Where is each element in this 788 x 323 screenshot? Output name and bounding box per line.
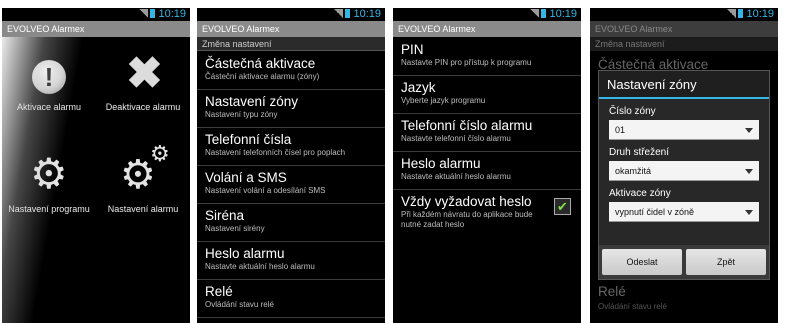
signal-icon	[530, 9, 540, 18]
alarm-settings-label: Nastavení alarmu	[107, 204, 179, 214]
settings-list: Částečná aktivace Částeční aktivace alarm…	[197, 52, 385, 318]
section-subtitle: Změna nastavení	[197, 37, 385, 51]
phone-settings-list: 10:19 EVOLVEO Alarmex Změna nastavení Čá…	[197, 8, 385, 323]
phone-zone-dialog: 10:19 EVOLVEO Alarmex Změna nastavení Čá…	[590, 8, 778, 323]
item-title: Částečná aktivace	[205, 56, 316, 71]
dialog-title: Nastavení zóny	[599, 71, 769, 99]
signal-icon	[334, 9, 344, 18]
list-item[interactable]: Telefonní číslo alarmu Nastavte telefonní…	[393, 114, 581, 152]
zone-activation-select[interactable]: vypnutí čidel v zóně	[609, 202, 759, 222]
select-value: okamžitá	[615, 166, 652, 176]
signal-icon	[727, 9, 737, 18]
list-item[interactable]: Heslo alarmu Nastavte aktuální heslo alar…	[393, 152, 581, 190]
item-title: Nastavení zóny	[205, 94, 299, 109]
status-bar: 10:19	[590, 8, 778, 21]
item-title: Relé	[205, 284, 233, 299]
program-settings-list: PIN Nastavte PIN pro přístup k programu J…	[393, 38, 581, 236]
item-subtitle: Nastavení telefonních čísel pro poplach	[205, 148, 346, 157]
field-label: Aktivace zóny	[609, 188, 671, 199]
item-subtitle: Nastavení volání a odesílání SMS	[205, 186, 326, 195]
dialog-buttons: Odeslat Zpět	[599, 245, 769, 279]
phone-program-settings: 10:19 EVOLVEO Alarmex PIN Nastavte PIN pr…	[393, 8, 581, 323]
item-title: Jazyk	[401, 80, 436, 95]
battery-icon	[150, 9, 156, 18]
select-value: vypnutí čidel v zóně	[615, 207, 695, 217]
item-title: Telefonní číslo alarmu	[401, 118, 533, 133]
exclamation-icon: !	[32, 60, 66, 94]
alarm-settings-button[interactable]: ⚙ ⚙ Nastavení alarmu	[96, 142, 190, 238]
list-item[interactable]: Částečná aktivace Částeční aktivace alarm…	[197, 52, 385, 90]
bg-item-title: Relé	[598, 284, 626, 299]
item-subtitle: Nastavte aktuální heslo alarmu	[205, 262, 315, 271]
list-item[interactable]: Volání a SMS Nastavení volání a odesílání…	[197, 166, 385, 204]
section-subtitle: Změna nastavení	[590, 37, 778, 51]
bg-item-subtitle: Ovládání stavu relé	[598, 302, 667, 311]
item-title: Heslo alarmu	[205, 246, 285, 261]
list-item[interactable]: PIN Nastavte PIN pro přístup k programu	[393, 38, 581, 76]
app-title: EVOLVEO Alarmex	[2, 21, 190, 37]
deactivate-alarm-label: Deaktivace alarmu	[105, 102, 181, 112]
item-title: Heslo alarmu	[401, 156, 481, 171]
program-settings-label: Nastavení programu	[8, 204, 90, 214]
list-item[interactable]: Nastavení zóny Nastavení typu zóny	[197, 90, 385, 128]
back-button[interactable]: Zpět	[686, 249, 766, 275]
list-item[interactable]: Relé Ovládání stavu relé	[197, 280, 385, 318]
activate-alarm-label: Aktivace alarmu	[16, 102, 82, 112]
send-button[interactable]: Odeslat	[602, 249, 682, 275]
item-subtitle: Při každém návratu do aplikace bude nutn…	[401, 210, 533, 229]
zone-number-select[interactable]: 01	[609, 120, 759, 140]
list-item[interactable]: Telefonní čísla Nastavení telefonních čís…	[197, 128, 385, 166]
item-subtitle: Nastavte PIN pro přístup k programu	[401, 58, 532, 67]
require-password-checkbox[interactable]: ✔	[554, 198, 571, 215]
item-subtitle: Vyberte jazyk programu	[401, 96, 486, 105]
item-subtitle: Nastavení sirény	[205, 224, 265, 233]
dropdown-arrow-icon	[745, 210, 753, 215]
item-title: Volání a SMS	[205, 170, 287, 185]
list-item[interactable]: Vždy vyžadovat heslo Při každém návratu …	[393, 190, 581, 236]
program-settings-button[interactable]: ⚙ Nastavení programu	[2, 148, 96, 238]
clock: 10:19	[158, 8, 186, 20]
signal-icon	[139, 9, 149, 18]
gear-icon: ⚙	[30, 150, 68, 197]
clock: 10:19	[746, 8, 774, 20]
list-item[interactable]: Jazyk Vyberte jazyk programu	[393, 76, 581, 114]
app-title: EVOLVEO Alarmex	[590, 21, 778, 37]
field-label: Číslo zóny	[609, 106, 656, 117]
activate-alarm-button[interactable]: ! Aktivace alarmu	[2, 46, 96, 136]
item-subtitle: Nastavte telefonní číslo alarmu	[401, 134, 511, 143]
select-value: 01	[615, 125, 626, 135]
dropdown-arrow-icon	[745, 169, 753, 174]
clock: 10:19	[549, 8, 577, 20]
item-subtitle: Ovládání stavu relé	[205, 300, 274, 309]
app-title: EVOLVEO Alarmex	[393, 21, 581, 37]
status-bar: 10:19	[393, 8, 581, 21]
status-bar: 10:19	[197, 8, 385, 21]
item-title: Telefonní čísla	[205, 132, 292, 147]
item-subtitle: Nastavte aktuální heslo alarmu	[401, 172, 511, 181]
list-item[interactable]: Heslo alarmu Nastavte aktuální heslo alar…	[197, 242, 385, 280]
phone-home-screen: 10:19 EVOLVEO Alarmex ! Aktivace alarmu …	[2, 8, 190, 323]
guard-type-select[interactable]: okamžitá	[609, 161, 759, 181]
item-subtitle: Nastavení typu zóny	[205, 110, 278, 119]
battery-icon	[738, 9, 744, 18]
deactivate-alarm-button[interactable]: ✖ Deaktivace alarmu	[96, 46, 190, 136]
field-label: Druh střežení	[609, 147, 670, 158]
battery-icon	[345, 9, 351, 18]
battery-icon	[541, 9, 547, 18]
app-title: EVOLVEO Alarmex	[197, 21, 385, 37]
item-title: Siréna	[205, 208, 245, 223]
zone-settings-dialog: Nastavení zóny Číslo zóny 01 Druh střeže…	[598, 70, 770, 280]
list-item[interactable]: Siréna Nastavení sirény	[197, 204, 385, 242]
item-subtitle: Částeční aktivace alarmu (zóny)	[205, 72, 320, 81]
status-bar: 10:19	[2, 8, 190, 21]
item-title: PIN	[401, 42, 424, 57]
cross-icon: ✖	[126, 49, 163, 98]
clock: 10:19	[353, 8, 381, 20]
dropdown-arrow-icon	[745, 128, 753, 133]
checkmark-icon: ✔	[557, 199, 568, 214]
